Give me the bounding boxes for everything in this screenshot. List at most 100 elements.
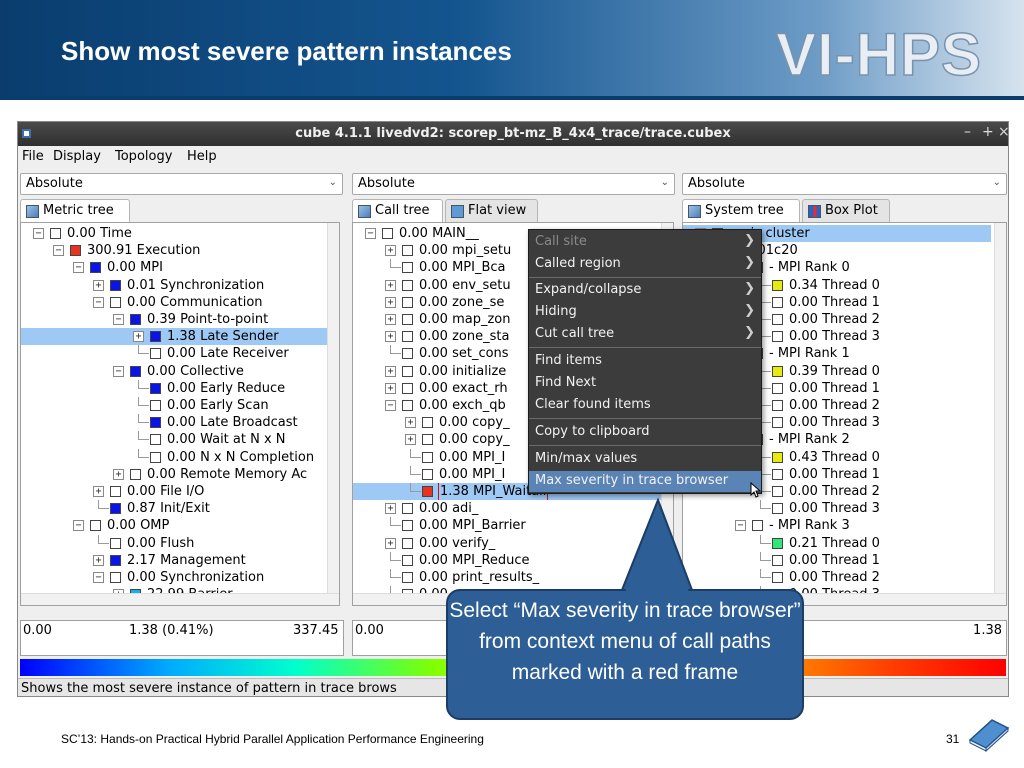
metric-tree-row[interactable]: − 0.00 Synchronization	[21, 569, 329, 586]
call-tree-row[interactable]: +0.00 verify_	[353, 535, 661, 552]
maximize-button[interactable]: +	[982, 124, 994, 140]
system-tree-row[interactable]: 0.00 Thread 3	[683, 500, 991, 517]
severity-color-icon	[50, 228, 61, 239]
tree-branch-line	[138, 431, 149, 441]
menu-item-find-next[interactable]: Find Next	[529, 373, 761, 394]
collapse-icon[interactable]: −	[365, 228, 376, 239]
severity-color-icon	[402, 348, 413, 360]
menu-item-find-items[interactable]: Find items	[529, 351, 761, 372]
expand-icon[interactable]: +	[405, 417, 416, 429]
collapse-icon[interactable]: −	[73, 520, 84, 532]
expand-icon[interactable]: +	[385, 314, 396, 325]
metric-tree-row[interactable]: − 0.39 Point-to-point	[21, 311, 329, 328]
system-tree-row[interactable]: 0.00 Thread 2	[683, 569, 991, 586]
call-tree-row[interactable]: 0.00 print_results_	[353, 569, 661, 586]
menu-topology[interactable]: Topology	[115, 149, 172, 164]
window-titlebar[interactable]: cube 4.1.1 livedvd2: scorep_bt-mz_B_4x4_…	[18, 122, 1008, 146]
metric-tree-row[interactable]: − 0.00 OMP	[21, 517, 329, 534]
metric-tree-row[interactable]: +2.17 Management	[21, 552, 329, 569]
metric-value-mode-select[interactable]: Absolute ⌄	[20, 173, 343, 195]
horizontal-scrollbar[interactable]	[21, 593, 339, 605]
system-tree-row[interactable]: 0.21 Thread 0	[683, 534, 991, 552]
menu-item-hiding[interactable]: Hiding ❯	[529, 302, 761, 323]
metric-tree-row[interactable]: +0.01 Synchronization	[21, 277, 329, 294]
collapse-icon[interactable]: −	[113, 365, 124, 377]
metric-tree-row[interactable]: − 0.00 MPI	[21, 259, 329, 276]
collapse-icon[interactable]: −	[113, 314, 124, 325]
menu-item-called-region[interactable]: Called region ❯	[529, 254, 761, 275]
menu-item-max-severity-in-trace-browser[interactable]: Max severity in trace browser	[529, 471, 761, 492]
expand-icon[interactable]: +	[385, 537, 396, 549]
expand-icon[interactable]: +	[93, 279, 104, 291]
collapse-icon[interactable]: −	[385, 400, 396, 411]
chevron-right-icon: ❯	[744, 303, 755, 318]
metric-tree-row[interactable]: 0.00 Early Scan	[21, 397, 329, 414]
expand-icon[interactable]: +	[113, 468, 124, 480]
vertical-scrollbar[interactable]	[327, 223, 339, 605]
minimize-button[interactable]: –	[964, 124, 971, 140]
menu-item-call-site[interactable]: Call site ❯	[529, 232, 761, 253]
severity-color-icon	[150, 451, 161, 463]
call-tree-row[interactable]: 0.00 MPI_Barrier	[353, 517, 661, 534]
metric-tree-row[interactable]: +0.00 Remote Memory Ac	[21, 466, 329, 483]
expand-icon[interactable]: +	[385, 245, 396, 257]
metric-tree-row[interactable]: +1.38 Late Sender	[21, 328, 329, 346]
severity-color-icon	[772, 400, 783, 411]
vertical-scrollbar[interactable]	[994, 223, 1006, 605]
call-tree-row[interactable]: 0.00 MPI_Reduce	[353, 551, 661, 569]
menu-help[interactable]: Help	[187, 149, 217, 164]
severity-color-icon	[422, 434, 433, 446]
collapse-icon[interactable]: −	[93, 296, 104, 308]
close-button[interactable]: ×	[998, 124, 1008, 140]
tab-flat-view[interactable]: Flat view	[445, 199, 538, 222]
tab-call-tree[interactable]: Call tree	[352, 199, 443, 222]
menu-item-cut-call-tree[interactable]: Cut call tree ❯	[529, 324, 761, 345]
menu-file[interactable]: File	[22, 149, 44, 164]
menu-display[interactable]: Display	[53, 149, 101, 164]
expand-icon[interactable]: +	[385, 503, 396, 515]
metric-tree-label: 0.39 Point-to-point	[147, 312, 269, 327]
collapse-icon[interactable]: −	[33, 228, 44, 239]
metric-tree-row[interactable]: 0.87 Init/Exit	[21, 500, 329, 517]
menu-item-expand-collapse[interactable]: Expand/collapse ❯	[529, 280, 761, 301]
metric-tree-row[interactable]: 0.00 Late Receiver	[21, 345, 329, 362]
tab-box-plot[interactable]: Box Plot	[802, 199, 890, 222]
expand-icon[interactable]: +	[385, 365, 396, 377]
expand-icon[interactable]: +	[93, 554, 104, 566]
metric-tree-row[interactable]: 0.00 Early Reduce	[21, 379, 329, 397]
menu-item-clear-found-items[interactable]: Clear found items	[529, 395, 761, 416]
metric-tree-row[interactable]: 0.00 Flush	[21, 534, 329, 552]
tab-metric-tree[interactable]: Metric tree	[20, 199, 130, 222]
metric-tree-row[interactable]: − 0.00 Time	[21, 225, 329, 242]
collapse-icon[interactable]: −	[735, 520, 746, 532]
expand-icon[interactable]: +	[93, 486, 104, 497]
system-value-mode-select[interactable]: Absolute ⌄	[682, 173, 1007, 195]
system-tree-row[interactable]: 0.00 Thread 1	[683, 551, 991, 569]
call-value-mode-select[interactable]: Absolute ⌄	[352, 173, 675, 195]
call-tree-row[interactable]: +0.00 adi_	[353, 500, 661, 517]
metric-tree-row[interactable]: 0.00 N x N Completion	[21, 448, 329, 466]
expand-icon[interactable]: +	[385, 331, 396, 343]
severity-color-icon	[772, 296, 783, 308]
expand-icon[interactable]: +	[385, 279, 396, 291]
metric-tree-row[interactable]: − 0.00 Communication	[21, 294, 329, 311]
collapse-icon[interactable]: −	[93, 572, 104, 583]
expand-icon[interactable]: +	[133, 331, 144, 343]
system-tree-label: - MPI Rank 2	[769, 432, 850, 448]
expand-icon[interactable]: +	[405, 434, 416, 446]
tab-system-tree[interactable]: System tree	[682, 199, 800, 222]
collapse-icon[interactable]: −	[53, 245, 64, 257]
system-tree-row[interactable]: − - MPI Rank 3	[683, 517, 991, 534]
metric-tree-row[interactable]: 0.00 Late Broadcast	[21, 414, 329, 431]
menu-item-copy-to-clipboard[interactable]: Copy to clipboard	[529, 422, 761, 443]
menu-item-label: Expand/collapse	[535, 282, 642, 297]
metric-tree-row[interactable]: − 0.00 Collective	[21, 363, 329, 380]
menu-item-min-max-values[interactable]: Min/max values	[529, 449, 761, 470]
expand-icon[interactable]: +	[385, 296, 396, 308]
metric-tree-row[interactable]: 0.00 Wait at N x N	[21, 431, 329, 448]
collapse-icon[interactable]: −	[73, 262, 84, 274]
expand-icon[interactable]: +	[385, 382, 396, 394]
metric-tree-row[interactable]: − 300.91 Execution	[21, 242, 329, 259]
metric-tree-row[interactable]: +0.00 File I/O	[21, 483, 329, 500]
severity-color-icon	[402, 400, 413, 411]
